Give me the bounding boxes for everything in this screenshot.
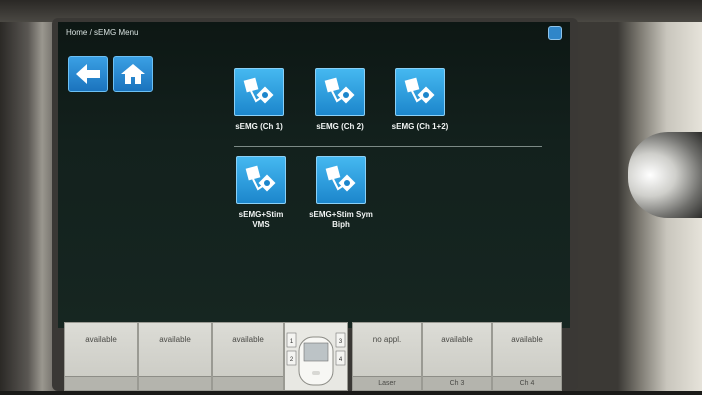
app-semg-stim-vms[interactable]: sEMG+Stim VMS [216, 156, 306, 230]
slot-status: no appl. [372, 335, 402, 344]
slot-3[interactable]: available [212, 322, 284, 391]
device-diagram: 1 2 3 4 [284, 322, 348, 391]
slot-footer [139, 376, 211, 390]
slot-1[interactable]: available [64, 322, 138, 391]
app-semg-ch1-2[interactable]: sEMG (Ch 1+2) [375, 68, 465, 132]
touch-screen: Home / sEMG Menu sEMG (Ch 1) sEMG (Ch 2)… [58, 22, 570, 328]
app-semg-stim-sym-biph[interactable]: sEMG+Stim Sym Biph [296, 156, 386, 230]
electrode-icon [316, 156, 366, 204]
slot-status: available [441, 335, 473, 344]
electrode-icon [236, 156, 286, 204]
app-semg-ch1[interactable]: sEMG (Ch 1) [214, 68, 304, 132]
app-label: sEMG+Stim VMS [238, 210, 284, 229]
app-semg-ch2[interactable]: sEMG (Ch 2) [295, 68, 385, 132]
accessory-slots: available available available 1 2 3 4 no… [64, 322, 562, 391]
slot-status: available [232, 335, 264, 344]
divider [234, 146, 542, 147]
app-label: sEMG (Ch 1) [235, 122, 283, 131]
electrode-icon [395, 68, 445, 116]
slot-2[interactable]: available [138, 322, 212, 391]
app-label: sEMG+Stim Sym Biph [309, 210, 373, 229]
slot-status: available [159, 335, 191, 344]
app-label: sEMG (Ch 1+2) [391, 122, 449, 131]
slot-footer: Ch 4 [493, 376, 561, 390]
slot-footer [65, 376, 137, 390]
slot-status: available [511, 335, 543, 344]
window-icon[interactable] [548, 26, 562, 40]
slot-footer: Laser [353, 376, 421, 390]
slot-footer: Ch 3 [423, 376, 491, 390]
device-diagram-icon: 1 2 3 4 [286, 332, 346, 386]
slot-ch4[interactable]: available Ch 4 [492, 322, 562, 391]
electrode-icon [315, 68, 365, 116]
slot-status: available [85, 335, 117, 344]
app-label: sEMG (Ch 2) [316, 122, 364, 131]
electrode-icon [234, 68, 284, 116]
probe-handle [628, 132, 702, 218]
breadcrumb: Home / sEMG Menu [66, 28, 139, 37]
slot-laser[interactable]: no appl. Laser [352, 322, 422, 391]
back-arrow-icon [76, 64, 100, 84]
back-button[interactable] [68, 56, 108, 92]
home-button[interactable] [113, 56, 153, 92]
slot-ch3[interactable]: available Ch 3 [422, 322, 492, 391]
home-icon [121, 64, 145, 84]
slot-footer [213, 376, 283, 390]
